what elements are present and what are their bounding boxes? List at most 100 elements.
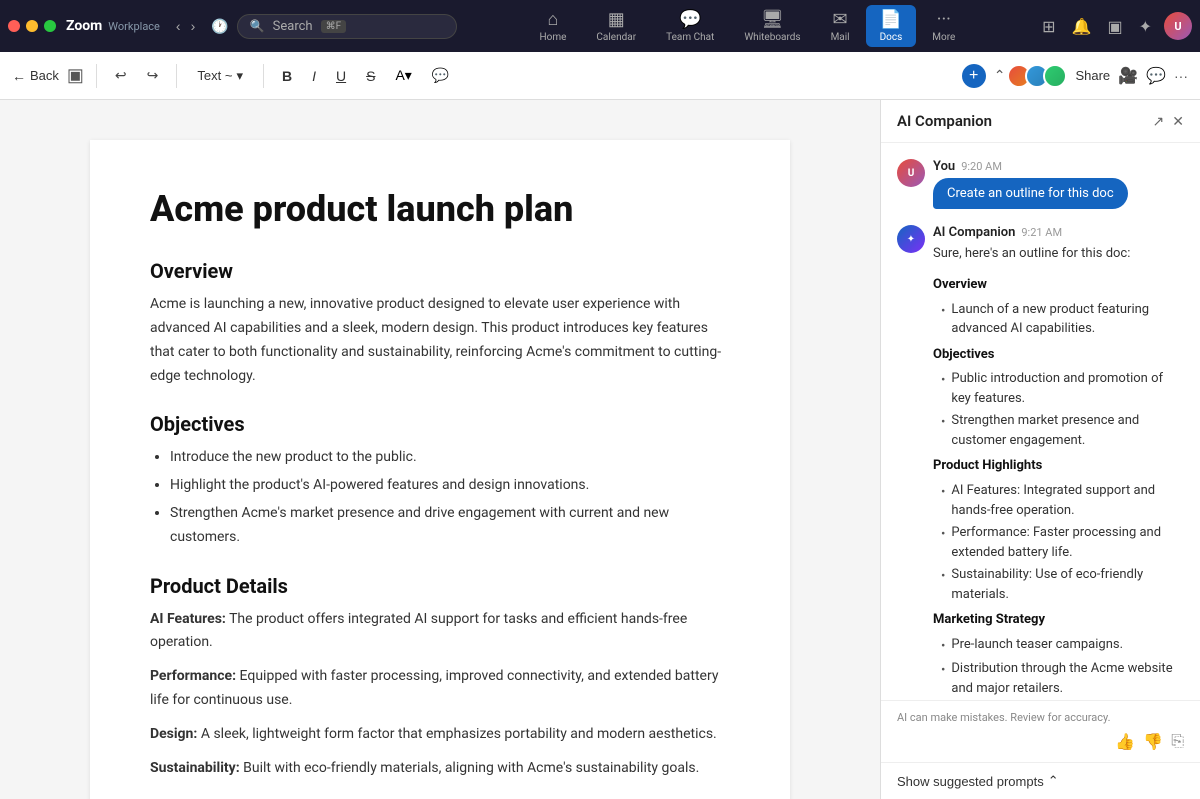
search-placeholder: Search — [273, 19, 313, 34]
underline-button[interactable]: U — [330, 64, 352, 88]
bullet-icon: • — [941, 661, 945, 698]
whiteboard-icon: 🖥 — [761, 9, 784, 30]
ai-intro-text: Sure, here's an outline for this doc: — [933, 244, 1184, 265]
sidebar-toggle-icon[interactable]: ▣ — [1103, 13, 1126, 40]
ai-message-content: AI Companion 9:21 AM Sure, here's an out… — [933, 225, 1184, 700]
top-navigation: Zoom Workplace ‹ › 🕐 🔍 Search ⌘F ⌂ Home … — [0, 0, 1200, 52]
ai-companion-panel: AI Companion ↗ ✕ U You 9:20 AM Create an… — [880, 100, 1200, 799]
italic-button[interactable]: I — [306, 64, 322, 88]
maximize-window-button[interactable] — [44, 20, 56, 32]
external-link-icon[interactable]: ↗ — [1153, 113, 1165, 130]
section-overview-content: Acme is launching a new, innovative prod… — [150, 293, 730, 388]
bullet-icon: • — [941, 302, 945, 339]
nav-item-calendar[interactable]: ▦ Calendar — [582, 5, 650, 47]
feature-design-text: A sleek, lightweight form factor that em… — [201, 726, 717, 742]
comment-inline-button[interactable]: 💬 — [426, 63, 455, 88]
bell-icon[interactable]: 🔔 — [1068, 13, 1096, 40]
more-options-button[interactable]: ··· — [1174, 68, 1188, 84]
main-area: Acme product launch plan Overview Acme i… — [0, 100, 1200, 799]
strikethrough-button[interactable]: S — [360, 64, 381, 88]
bullet-icon: • — [941, 637, 945, 657]
ai-message-meta: AI Companion 9:21 AM — [933, 225, 1184, 240]
outline-item: • Distribution through the Acme website … — [933, 659, 1184, 698]
outline-item: • Public introduction and promotion of k… — [933, 369, 1184, 408]
user-message-content: You 9:20 AM Create an outline for this d… — [933, 159, 1128, 209]
outline-marketing: Marketing Strategy • Pre-launch teaser c… — [933, 610, 1184, 698]
comments-button[interactable]: 💬 — [1146, 66, 1166, 86]
feature-performance: Performance: Equipped with faster proces… — [150, 665, 730, 713]
ai-feedback-buttons: 👍 👎 ⎘ — [897, 732, 1184, 752]
bullet-icon: • — [941, 371, 945, 408]
section-overview-title: Overview — [150, 259, 730, 283]
video-button[interactable]: 🎥 — [1118, 66, 1138, 86]
outline-item-text: Public introduction and promotion of key… — [951, 369, 1184, 408]
outline-item: • Pre-launch teaser campaigns. — [933, 635, 1184, 657]
expand-button[interactable]: ⌃ — [994, 67, 1006, 84]
feature-design: Design: A sleek, lightweight form factor… — [150, 723, 730, 747]
ai-sparkle-icon[interactable]: ✦ — [1135, 13, 1156, 40]
ai-disclaimer: AI can make mistakes. Review for accurac… — [897, 711, 1184, 724]
nav-item-home[interactable]: ⌂ Home — [526, 5, 581, 47]
section-objectives-title: Objectives — [150, 412, 730, 436]
zoom-logo: Zoom Workplace — [66, 18, 160, 34]
add-content-button[interactable]: + — [962, 64, 986, 88]
minimize-window-button[interactable] — [26, 20, 38, 32]
nav-item-mail-label: Mail — [831, 32, 850, 43]
forward-arrow-button[interactable]: › — [187, 14, 200, 38]
home-icon: ⌂ — [548, 9, 559, 30]
nav-item-more[interactable]: ··· More — [918, 5, 969, 47]
back-arrow-button[interactable]: ‹ — [172, 14, 185, 38]
nav-item-whiteboards[interactable]: 🖥 Whiteboards — [730, 5, 814, 47]
close-window-button[interactable] — [8, 20, 20, 32]
back-button[interactable]: ← Back — [12, 68, 59, 84]
bullet-icon: • — [941, 413, 945, 450]
undo-button[interactable]: ↩ — [109, 63, 133, 88]
search-bar[interactable]: 🔍 Search ⌘F — [237, 14, 457, 39]
outline-product-highlights: Product Highlights • AI Features: Integr… — [933, 456, 1184, 604]
nav-item-mail[interactable]: ✉ Mail — [817, 5, 864, 47]
collaborator-avatar-3 — [1043, 64, 1067, 88]
outline-item: • Sustainability: Use of eco-friendly ma… — [933, 565, 1184, 604]
nav-item-docs[interactable]: 📄 Docs — [866, 5, 917, 47]
user-message-avatar: U — [897, 159, 925, 187]
text-style-dropdown[interactable]: Text ~ ▾ — [189, 64, 251, 88]
feature-design-label: Design: — [150, 726, 197, 742]
ai-message-time: 9:21 AM — [1021, 226, 1062, 239]
text-style-label: Text ~ — [197, 68, 232, 83]
docs-icon: 📄 — [880, 9, 902, 30]
user-avatar[interactable]: U — [1164, 12, 1192, 40]
nav-item-more-label: More — [932, 32, 955, 43]
nav-item-home-label: Home — [540, 32, 567, 43]
search-shortcut: ⌘F — [321, 20, 347, 33]
feature-sustainability: Sustainability: Built with eco-friendly … — [150, 757, 730, 781]
thumbs-down-button[interactable]: 👎 — [1143, 732, 1163, 752]
apps-icon[interactable]: ⊞ — [1038, 13, 1059, 40]
nav-item-team-chat[interactable]: 💬 Team Chat — [652, 5, 728, 47]
toolbar-divider-2 — [176, 64, 177, 88]
redo-button[interactable]: ↪ — [141, 63, 165, 88]
history-button[interactable]: 🕐 — [207, 14, 232, 39]
toolbar-divider-3 — [263, 64, 264, 88]
toolbar-divider-1 — [96, 64, 97, 88]
ai-input-area: Show suggested prompts ⌃ — [881, 762, 1200, 799]
ai-response-content: Sure, here's an outline for this doc: Ov… — [933, 244, 1184, 700]
list-item: Introduce the new product to the public. — [170, 446, 730, 470]
calendar-icon: ▦ — [608, 9, 625, 30]
panel-toggle-button[interactable]: ▣ — [67, 65, 84, 86]
document-area: Acme product launch plan Overview Acme i… — [0, 100, 880, 799]
zoom-logo-text: Zoom — [66, 18, 102, 34]
outline-item: • AI Features: Integrated support and ha… — [933, 481, 1184, 520]
nav-arrows: ‹ › — [172, 14, 199, 38]
chevron-down-icon: ▾ — [236, 68, 243, 84]
ai-message-name: AI Companion — [933, 225, 1015, 240]
list-item: Highlight the product's AI-powered featu… — [170, 474, 730, 498]
show-prompts-button[interactable]: Show suggested prompts ⌃ — [897, 773, 1059, 789]
bold-button[interactable]: B — [276, 64, 298, 88]
outline-item-text: AI Features: Integrated support and hand… — [951, 481, 1184, 520]
copy-button[interactable]: ⎘ — [1171, 732, 1184, 752]
share-button[interactable]: Share — [1075, 68, 1110, 83]
outline-marketing-title: Marketing Strategy — [933, 610, 1184, 631]
close-panel-icon[interactable]: ✕ — [1172, 113, 1184, 130]
thumbs-up-button[interactable]: 👍 — [1115, 732, 1135, 752]
font-color-button[interactable]: A▾ — [389, 63, 417, 88]
